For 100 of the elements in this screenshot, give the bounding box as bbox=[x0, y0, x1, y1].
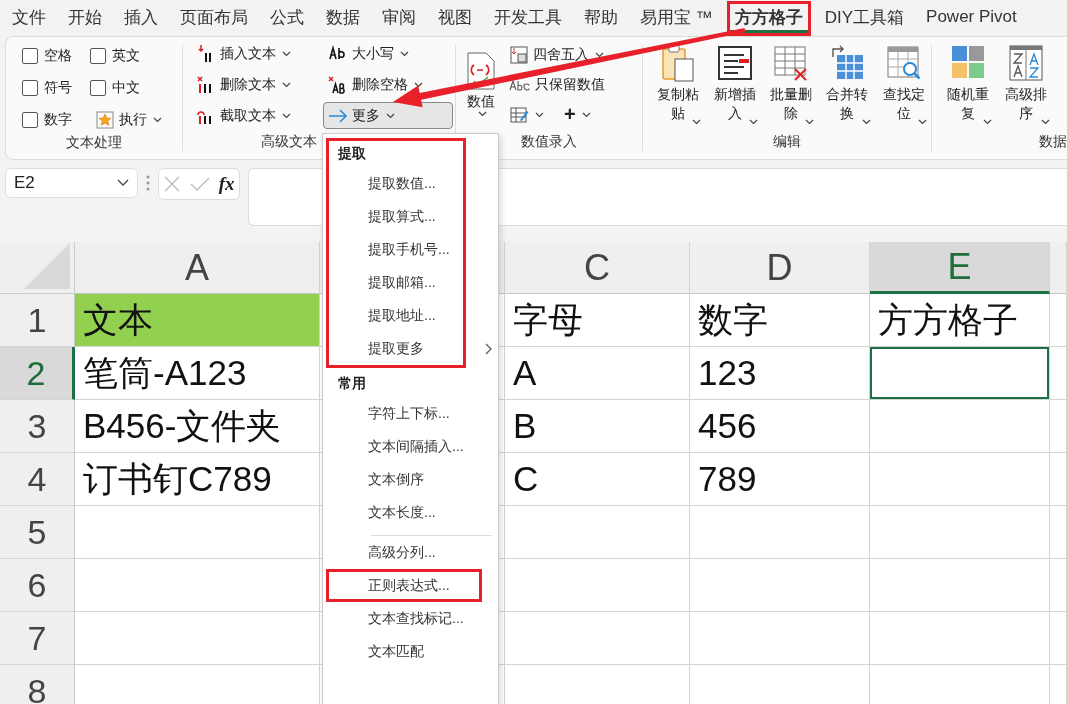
menu-item[interactable]: 文本间隔插入... bbox=[329, 430, 492, 463]
empty-cell[interactable] bbox=[870, 612, 1050, 665]
table-cell[interactable]: 方方格子 bbox=[870, 294, 1050, 347]
column-header[interactable]: D bbox=[690, 242, 870, 294]
column-header[interactable]: A bbox=[75, 242, 320, 294]
empty-cell[interactable] bbox=[505, 612, 690, 665]
checkbox[interactable]: 空格 bbox=[22, 42, 90, 70]
select-all-icon[interactable] bbox=[24, 243, 70, 289]
ribbon-tab[interactable]: 公式 bbox=[262, 0, 312, 36]
ribbon-tab[interactable]: 文件 bbox=[4, 0, 54, 36]
menu-item[interactable]: 提取邮箱... bbox=[329, 266, 497, 299]
empty-cell[interactable] bbox=[1050, 559, 1067, 612]
ribbon-tab[interactable]: 数据 bbox=[318, 0, 368, 36]
empty-cell[interactable] bbox=[870, 559, 1050, 612]
ribbon-button[interactable]: 高级排序 bbox=[998, 41, 1054, 133]
table-cell[interactable]: C bbox=[505, 453, 690, 506]
ribbon-tab[interactable]: 开发工具 bbox=[486, 0, 570, 36]
row-header[interactable]: 4 bbox=[0, 453, 75, 506]
table-cell[interactable]: 789 bbox=[690, 453, 870, 506]
menu-item[interactable]: 文本倒序 bbox=[329, 463, 492, 496]
menu-item[interactable]: 文本匹配 bbox=[329, 635, 492, 668]
menu-item[interactable]: 文本长度... bbox=[329, 496, 492, 529]
ribbon-tab[interactable]: 方方格子 bbox=[726, 0, 811, 36]
empty-cell[interactable] bbox=[690, 612, 870, 665]
ribbon-button[interactable]: 合并转换 bbox=[820, 41, 875, 133]
table-cell[interactable]: 数字 bbox=[690, 294, 870, 347]
ribbon-tab[interactable]: Power Pivot bbox=[918, 2, 1025, 34]
checkbox[interactable]: 数字 bbox=[22, 106, 90, 134]
menu-item[interactable]: 高级分列... bbox=[329, 536, 492, 569]
ribbon-button[interactable]: 插入文本 bbox=[191, 40, 323, 67]
column-header[interactable] bbox=[1050, 242, 1067, 294]
menu-item[interactable]: 文本查找标记... bbox=[329, 602, 492, 635]
row-header[interactable]: 6 bbox=[0, 559, 75, 612]
row-header[interactable]: 8 bbox=[0, 665, 75, 704]
caret-icon bbox=[983, 119, 992, 125]
row-header[interactable]: 1 bbox=[0, 294, 75, 347]
empty-cell[interactable] bbox=[870, 400, 1050, 453]
table-cell[interactable]: B bbox=[505, 400, 690, 453]
checkbox[interactable]: 符号 bbox=[22, 74, 90, 102]
empty-cell[interactable] bbox=[1050, 506, 1067, 559]
menu-item[interactable]: 提取算式... bbox=[329, 200, 497, 233]
drag-handle-icon[interactable] bbox=[146, 175, 150, 191]
empty-cell[interactable] bbox=[1050, 453, 1067, 506]
ribbon-tab[interactable]: 开始 bbox=[60, 0, 110, 36]
table-cell[interactable]: 订书钉C789 bbox=[75, 453, 320, 506]
empty-cell[interactable] bbox=[1050, 347, 1067, 400]
empty-cell[interactable] bbox=[1050, 612, 1067, 665]
menu-item[interactable]: 正则表达式... bbox=[326, 569, 482, 602]
ribbon-button[interactable]: 更多 bbox=[323, 102, 453, 129]
ribbon-button[interactable]: 删除文本 bbox=[191, 71, 323, 98]
ribbon-button[interactable]: 随机重复 bbox=[940, 41, 996, 133]
ribbon-tab[interactable]: 帮助 bbox=[576, 0, 626, 36]
name-box[interactable]: E2 bbox=[5, 168, 138, 198]
menu-item[interactable]: 提取手机号... bbox=[329, 233, 497, 266]
row-header[interactable]: 5 bbox=[0, 506, 75, 559]
empty-cell[interactable] bbox=[690, 506, 870, 559]
table-cell[interactable]: 文本 bbox=[75, 294, 320, 347]
keep-values-button[interactable]: 只保留数值 bbox=[504, 71, 610, 98]
menu-item[interactable]: 字符上下标... bbox=[329, 397, 492, 430]
row-header[interactable]: 7 bbox=[0, 612, 75, 665]
table-cell[interactable]: 字母 bbox=[505, 294, 690, 347]
table-cell[interactable]: B456-文件夹 bbox=[75, 400, 320, 453]
execute-button[interactable]: 执行 bbox=[90, 106, 180, 133]
ribbon-button[interactable]: 大小写 bbox=[323, 40, 453, 67]
table-cell[interactable]: A bbox=[505, 347, 690, 400]
ribbon-tab[interactable]: 审阅 bbox=[374, 0, 424, 36]
ribbon-tab[interactable]: 易用宝 ™ bbox=[632, 0, 721, 36]
empty-cell[interactable] bbox=[870, 453, 1050, 506]
row-header[interactable]: 3 bbox=[0, 400, 75, 453]
plus-button[interactable]: + bbox=[559, 101, 596, 128]
table-cell[interactable]: 123 bbox=[690, 347, 870, 400]
cancel-icon[interactable] bbox=[163, 175, 182, 193]
table-cell[interactable]: 笔筒-A123 bbox=[75, 347, 320, 400]
empty-cell[interactable] bbox=[505, 559, 690, 612]
ribbon-button[interactable]: 删除空格 bbox=[323, 71, 453, 98]
empty-cell[interactable] bbox=[870, 347, 1050, 400]
caret-icon bbox=[805, 119, 815, 125]
check-icon[interactable] bbox=[190, 176, 211, 192]
ribbon-button[interactable]: 查找定位 bbox=[876, 41, 932, 133]
ribbon-button[interactable]: 截取文本 bbox=[191, 102, 323, 129]
ribbon-tab[interactable]: 视图 bbox=[430, 0, 480, 36]
insert-function-button[interactable]: fx bbox=[218, 173, 235, 195]
column-header[interactable]: E bbox=[870, 242, 1050, 294]
ribbon-tab[interactable]: DIY工具箱 bbox=[816, 0, 913, 36]
menu-item[interactable]: 提取地址... bbox=[329, 299, 497, 332]
ribbon-tab[interactable]: 页面布局 bbox=[172, 0, 256, 36]
ribbon-button[interactable]: 新增插入 bbox=[707, 41, 762, 133]
empty-cell[interactable] bbox=[505, 506, 690, 559]
menu-item[interactable]: 提取更多 bbox=[329, 332, 497, 365]
ribbon-button[interactable]: 批量删除 bbox=[763, 41, 819, 133]
ribbon-tab[interactable]: 插入 bbox=[116, 0, 166, 36]
empty-cell[interactable] bbox=[690, 559, 870, 612]
empty-cell[interactable] bbox=[1050, 400, 1067, 453]
checkbox[interactable]: 英文 bbox=[90, 42, 180, 70]
column-header[interactable]: C bbox=[505, 242, 690, 294]
row-header[interactable]: 2 bbox=[0, 347, 75, 400]
menu-item[interactable]: 提取数值... bbox=[329, 167, 497, 200]
checkbox[interactable]: 中文 bbox=[90, 74, 180, 102]
empty-cell[interactable] bbox=[870, 506, 1050, 559]
table-cell[interactable]: 456 bbox=[690, 400, 870, 453]
